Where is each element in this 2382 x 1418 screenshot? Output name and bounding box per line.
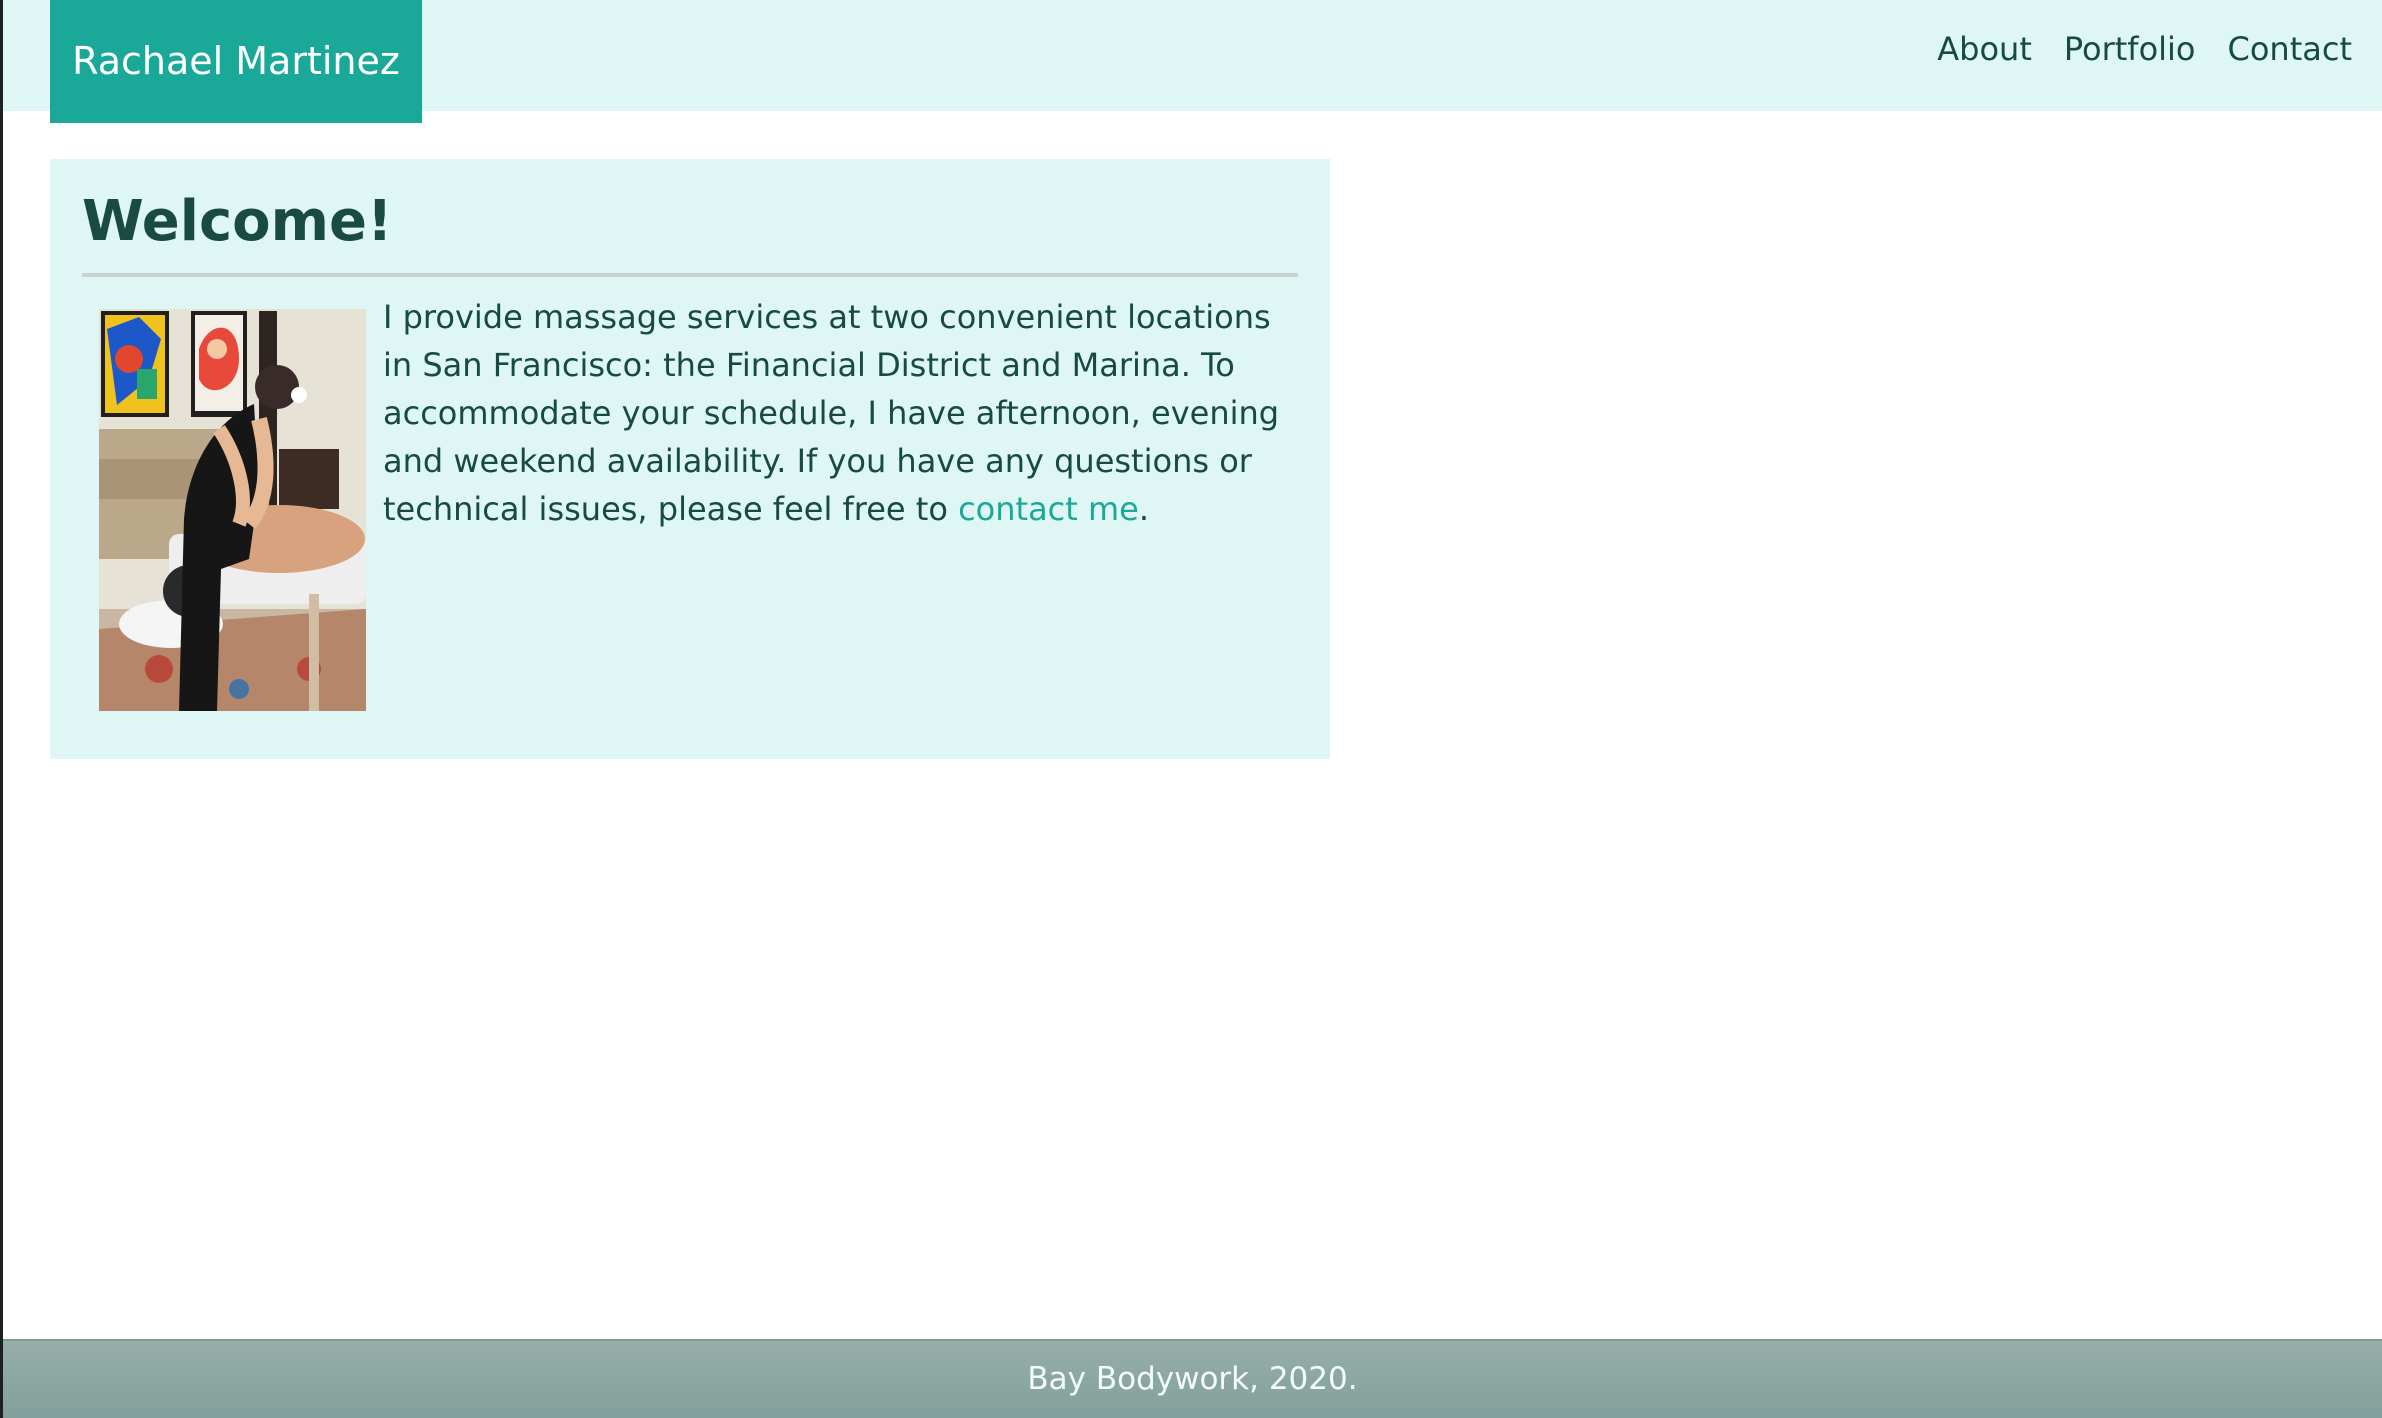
brand-logo-link[interactable]: Rachael Martinez: [50, 0, 422, 123]
main-nav: About Portfolio Contact: [1937, 30, 2352, 68]
welcome-title: Welcome!: [82, 189, 393, 254]
welcome-card: Welcome! I provide massage services at t…: [50, 159, 1330, 759]
contact-me-link[interactable]: contact me: [958, 490, 1139, 528]
browser-page: Rachael Martinez About Portfolio Contact…: [0, 0, 2382, 1418]
nav-contact-link[interactable]: Contact: [2228, 30, 2353, 68]
welcome-paragraph: I provide massage services at two conven…: [383, 293, 1283, 533]
massage-photo: [99, 309, 366, 711]
site-header: Rachael Martinez About Portfolio Contact: [3, 0, 2382, 123]
nav-portfolio-link[interactable]: Portfolio: [2064, 30, 2196, 68]
welcome-text-end: .: [1138, 490, 1150, 528]
nav-about-link[interactable]: About: [1937, 30, 2032, 68]
site-footer: Bay Bodywork, 2020.: [3, 1339, 2382, 1418]
title-divider: [82, 273, 1298, 277]
